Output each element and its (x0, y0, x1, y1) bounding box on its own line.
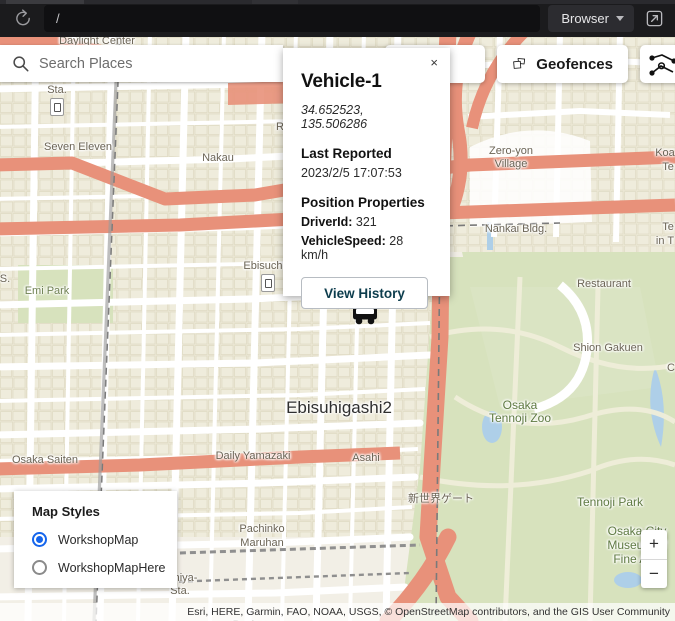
geofences-button-label: Geofences (536, 55, 613, 73)
rail-station-icon (50, 98, 64, 116)
view-history-button[interactable]: View History (301, 277, 428, 309)
map-style-label: WorkshopMapHere (58, 560, 166, 575)
search-bar[interactable] (0, 45, 283, 82)
rail-station-icon (261, 274, 275, 292)
map-style-label: WorkshopMap (58, 532, 139, 547)
reload-icon (15, 9, 30, 26)
browser-menu-button[interactable]: Browser (548, 5, 634, 32)
url-text: / (56, 11, 60, 26)
zoom-controls: + − (641, 530, 667, 588)
popup-coordinates: 34.652523, 135.506286 (301, 103, 368, 131)
close-icon[interactable]: × (427, 54, 441, 71)
map-attribution: Esri, HERE, Garmin, FAO, NOAA, USGS, © O… (0, 603, 675, 621)
last-reported-value: 2023/2/5 17:07:53 (301, 166, 402, 180)
property-vehiclespeed-key: VehicleSpeed: (301, 234, 386, 248)
map-style-option-workshopmap[interactable]: WorkshopMap (32, 532, 177, 547)
zoom-in-button[interactable]: + (641, 530, 667, 560)
popout-button[interactable] (640, 5, 668, 33)
vehicle-popup: × Vehicle-1 34.652523, 135.506286 Last R… (283, 48, 450, 309)
chevron-down-icon (616, 16, 624, 21)
app-root: Daylight Center Sta. Seven Eleven Nakau R Zer… (0, 0, 675, 621)
browser-chrome: / Browser (0, 0, 675, 37)
property-driverid-key: DriverId: (301, 215, 353, 229)
route-path-icon (649, 54, 675, 76)
map-styles-title: Map Styles (32, 504, 100, 519)
search-input[interactable] (39, 55, 273, 72)
radio-icon-selected[interactable] (32, 532, 47, 547)
reload-button[interactable] (8, 4, 38, 34)
geofences-button[interactable]: Geofences (497, 45, 628, 83)
property-driverid-value: 321 (355, 215, 377, 229)
tab-strip[interactable] (0, 0, 675, 4)
zoom-out-button[interactable]: − (641, 560, 667, 589)
map-styles-panel: Map Styles WorkshopMap WorkshopMapHere (14, 491, 177, 588)
route-history-button[interactable] (640, 45, 675, 83)
map-style-option-workshopmaphere[interactable]: WorkshopMapHere (32, 560, 177, 575)
position-properties-heading: Position Properties (301, 195, 425, 210)
popout-icon (646, 10, 662, 27)
last-reported-heading: Last Reported (301, 146, 392, 161)
popup-title: Vehicle-1 (301, 71, 382, 92)
property-vehiclespeed: VehicleSpeed: 28 km/h (301, 234, 432, 262)
geofence-layers-icon (513, 58, 526, 69)
browser-menu-label: Browser (561, 11, 609, 26)
property-driverid: DriverId: 321 (301, 215, 432, 229)
url-bar[interactable]: / (44, 5, 541, 32)
radio-icon[interactable] (32, 560, 47, 575)
search-icon (13, 56, 29, 72)
